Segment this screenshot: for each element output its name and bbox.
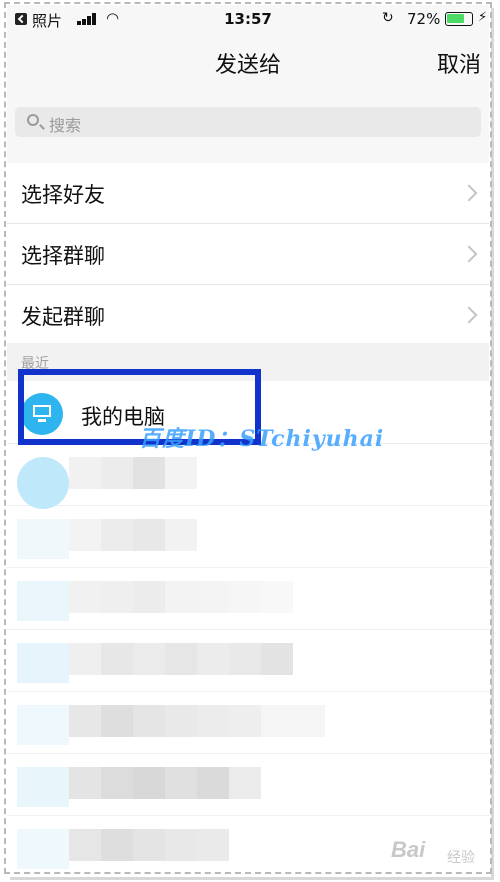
phone-screen: 照片 ◠ 13:57 ↻ 72% ⚡ 发送给 取消 搜索 选择好友 选择群聊 发…: [7, 5, 489, 871]
menu-item-start-group[interactable]: 发起群聊: [7, 285, 489, 345]
search-input[interactable]: 搜索: [15, 107, 481, 137]
chevron-right-icon: [460, 245, 478, 263]
charging-icon: ⚡: [478, 10, 488, 25]
baidu-logo-sub: 经验: [447, 850, 475, 866]
chevron-right-icon: [460, 184, 478, 202]
recent-list: 我的电脑: [7, 381, 489, 871]
page-title: 发送给: [214, 53, 281, 78]
list-item[interactable]: [7, 567, 489, 630]
orientation-lock-icon: ↻: [382, 10, 394, 26]
baidu-logo-watermark: Bai: [391, 837, 426, 862]
battery-percent: 72%: [407, 10, 441, 28]
search-bar: 搜索: [7, 93, 489, 151]
list-item[interactable]: [7, 505, 489, 568]
menu-item-label: 选择群聊: [21, 244, 105, 268]
battery-fill: [447, 14, 464, 23]
search-placeholder: 搜索: [49, 116, 82, 135]
menu-item-select-group[interactable]: 选择群聊: [7, 224, 489, 285]
watermark-overlay: 百度ID：STchiyuhai: [139, 426, 385, 452]
cancel-button[interactable]: 取消: [437, 47, 481, 79]
chevron-right-icon: [460, 306, 478, 324]
battery-icon: [445, 12, 473, 26]
menu-item-select-friend[interactable]: 选择好友: [7, 163, 489, 224]
menu-item-label: 发起群聊: [21, 305, 105, 329]
status-bar: 照片 ◠ 13:57 ↻ 72% ⚡: [7, 5, 489, 33]
nav-bar: 发送给 取消: [7, 35, 489, 87]
list-item[interactable]: [7, 629, 489, 692]
search-icon: [27, 114, 39, 126]
menu-item-label: 选择好友: [21, 183, 105, 207]
list-item[interactable]: [7, 691, 489, 754]
list-item[interactable]: [7, 753, 489, 816]
action-menu: 选择好友 选择群聊 发起群聊: [7, 163, 489, 345]
